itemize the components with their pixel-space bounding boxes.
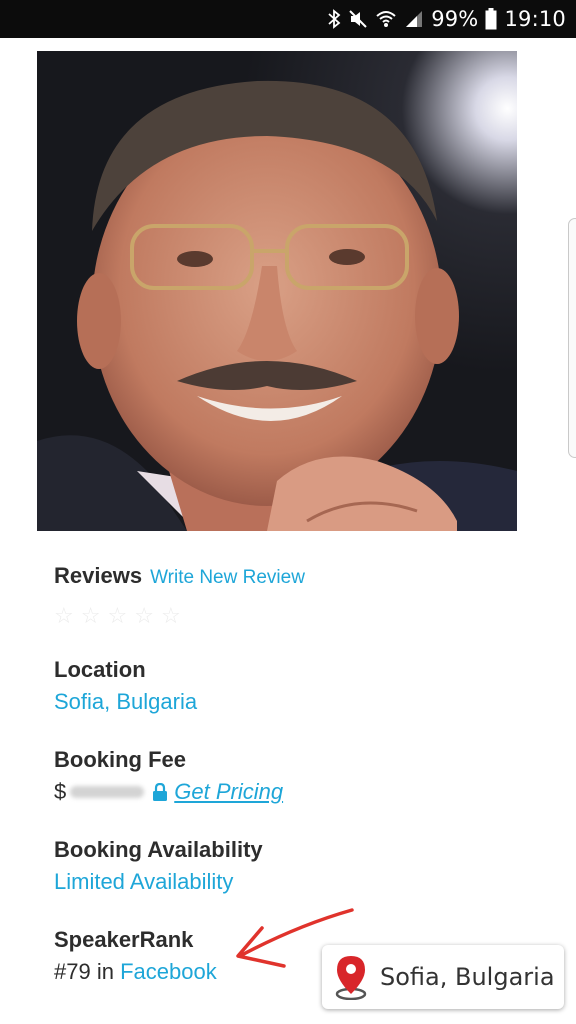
availability-section: Booking Availability Limited Availabilit… (54, 834, 534, 898)
write-review-link[interactable]: Write New Review (150, 562, 305, 594)
availability-link[interactable]: Limited Availability (54, 866, 534, 898)
star-icon: ☆ (107, 603, 128, 628)
star-icon: ☆ (160, 603, 181, 628)
speaker-photo (37, 51, 517, 531)
status-bar: 99% 19:10 (0, 0, 576, 38)
clock: 19:10 (504, 7, 566, 31)
map-pin-icon (335, 956, 367, 1000)
battery-percent: 99% (431, 7, 479, 31)
blurred-fee (70, 786, 145, 798)
fee-currency: $ (54, 779, 67, 804)
location-link[interactable]: Sofia, Bulgaria (54, 686, 534, 718)
star-icon: ☆ (54, 603, 74, 628)
reviews-heading: Reviews (54, 563, 143, 588)
lock-icon (153, 783, 168, 801)
status-icons: 99% 19:10 (327, 0, 566, 38)
location-chip-label: Sofia, Bulgaria (380, 963, 555, 991)
booking-fee-section: Booking Fee $ Get Pricing (54, 744, 534, 808)
rank-category-link[interactable]: Facebook (120, 959, 217, 984)
star-icon: ☆ (80, 603, 101, 628)
availability-heading: Booking Availability (54, 837, 263, 862)
get-pricing-link[interactable]: Get Pricing (174, 776, 283, 808)
battery-icon (485, 8, 497, 30)
booking-fee-heading: Booking Fee (54, 747, 187, 772)
signal-icon (406, 11, 423, 27)
location-heading: Location (54, 657, 146, 682)
wifi-icon (376, 11, 396, 27)
location-chip[interactable]: Sofia, Bulgaria (322, 945, 564, 1009)
star-icon: ☆ (134, 603, 154, 628)
rating-stars: ☆ ☆ ☆ ☆ ☆ (54, 604, 534, 628)
bluetooth-icon (328, 9, 341, 29)
rank-prefix: #79 in (54, 959, 114, 984)
edge-panel-handle[interactable] (568, 218, 576, 458)
reviews-section: Reviews Write New Review ☆ ☆ ☆ ☆ ☆ (54, 560, 534, 628)
location-section: Location Sofia, Bulgaria (54, 654, 534, 718)
mute-icon (349, 10, 367, 28)
